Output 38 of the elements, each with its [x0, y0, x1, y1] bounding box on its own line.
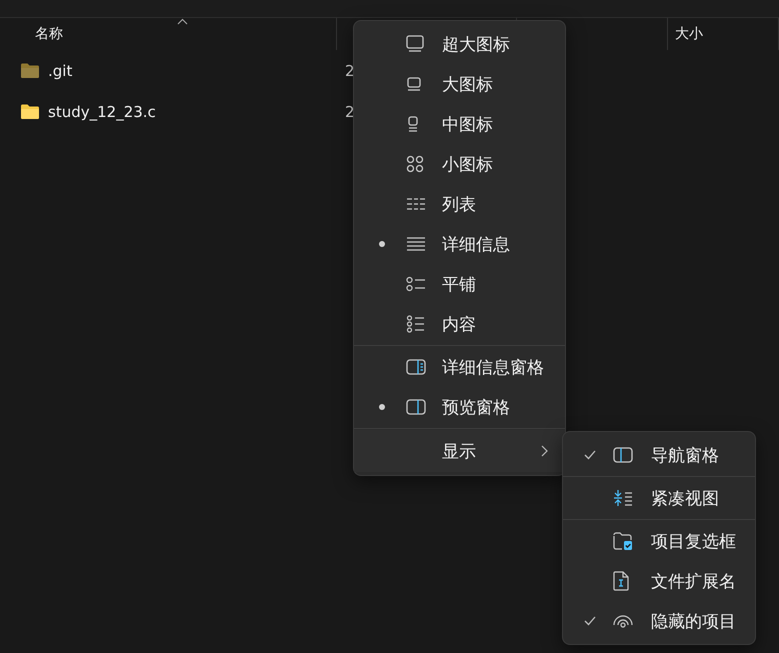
file-name[interactable]: study_12_23.c: [48, 102, 156, 120]
menu-item[interactable]: 隐藏的项目: [563, 601, 755, 641]
view-icon: [406, 315, 426, 333]
date-modified: 2: [344, 62, 356, 80]
menu-item[interactable]: 预览窗格: [354, 387, 565, 427]
view-icon: [406, 76, 422, 92]
view-icon: [406, 155, 424, 173]
file-name[interactable]: .git: [48, 62, 72, 80]
option-icon: [613, 489, 633, 507]
menu-item[interactable]: 项目复选框: [563, 521, 755, 561]
menu-item[interactable]: 中图标: [354, 104, 565, 144]
view-icon: [406, 35, 424, 53]
menu-item[interactable]: 超大图标: [354, 24, 565, 64]
menu-item[interactable]: 大图标: [354, 64, 565, 104]
menu-item[interactable]: 详细信息: [354, 224, 565, 264]
option-icon: [613, 531, 633, 551]
menu-item[interactable]: 内容: [354, 304, 565, 344]
option-icon: [613, 571, 629, 591]
pane-icon: [406, 359, 426, 375]
chevron-right-icon: [541, 445, 548, 457]
view-icon: [406, 237, 426, 251]
pane-icon: [406, 399, 426, 415]
view-icon: [406, 116, 420, 132]
menu-item[interactable]: 文件扩展名: [563, 561, 755, 601]
menu-item[interactable]: 平铺: [354, 264, 565, 304]
menu-item[interactable]: 小图标: [354, 144, 565, 184]
option-icon: [613, 447, 633, 463]
column-header[interactable]: 名称: [35, 25, 63, 43]
menu-item[interactable]: 紧凑视图: [563, 478, 755, 518]
option-icon: [613, 613, 633, 629]
column-header[interactable]: 大小: [675, 25, 703, 43]
date-modified: 2: [344, 102, 356, 120]
submenu-item[interactable]: 显示: [354, 430, 565, 472]
view-icon: [406, 276, 426, 292]
menu-item[interactable]: 列表: [354, 184, 565, 224]
menu-item[interactable]: 详细信息窗格: [354, 347, 565, 387]
view-icon: [406, 197, 426, 211]
menu-item[interactable]: 导航窗格: [563, 435, 755, 475]
